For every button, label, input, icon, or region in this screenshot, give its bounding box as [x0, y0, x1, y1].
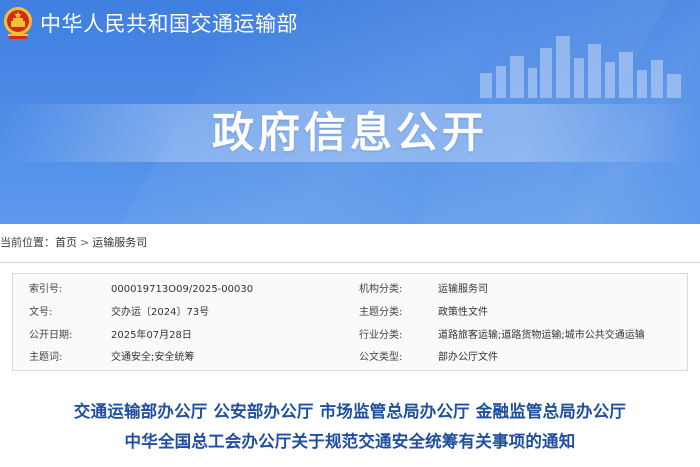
metadata-value: 部办公厅文件	[438, 352, 498, 363]
breadcrumb-prefix: 当前位置：	[0, 236, 55, 249]
breadcrumb: 当前位置：首页 > 运输服务司	[0, 234, 147, 252]
metadata-value: 交通安全;安全统筹	[111, 352, 195, 363]
national-emblem-icon[interactable]	[2, 4, 34, 42]
metadata-row: 主题词: 交通安全;安全统筹 公文类型: 部办公厅文件	[13, 346, 687, 369]
banner-title: 政府信息公开	[211, 108, 488, 157]
metadata-label: 主题词:	[29, 352, 63, 363]
breadcrumb-current-link[interactable]: 运输服务司	[92, 236, 147, 249]
metadata-value: 交办运〔2024〕73号	[111, 307, 210, 318]
breadcrumb-separator: >	[80, 236, 90, 249]
breadcrumb-divider	[0, 262, 700, 263]
breadcrumb-home-link[interactable]: 首页	[55, 236, 77, 249]
article-title-line-2: 中华全国总工会办公厅关于规范交通安全统筹有关事项的通知	[124, 432, 576, 451]
metadata-value: 000019713O09/2025-00030	[111, 284, 254, 295]
site-title[interactable]: 中华人民共和国交通运输部	[40, 8, 298, 40]
header-banner: 中华人民共和国交通运输部 政府信息公开	[0, 0, 700, 224]
city-skyline-illustration	[480, 36, 681, 98]
metadata-label: 索引号:	[29, 284, 63, 295]
metadata-row: 公开日期: 2025年07月28日 行业分类: 道路旅客运输;道路货物运输;城市…	[13, 324, 687, 347]
metadata-label: 公文类型:	[359, 352, 403, 363]
article-title: 交通运输部办公厅 公安部办公厅 市场监管总局办公厅 金融监管总局办公厅 中华全国…	[0, 397, 700, 457]
metadata-value: 道路旅客运输;道路货物运输;城市公共交通运输	[438, 330, 645, 341]
metadata-value: 政策性文件	[438, 307, 488, 318]
article-title-line-1: 交通运输部办公厅 公安部办公厅 市场监管总局办公厅 金融监管总局办公厅	[73, 402, 627, 421]
metadata-value: 2025年07月28日	[111, 330, 192, 341]
metadata-label: 公开日期:	[29, 330, 73, 341]
metadata-value: 运输服务司	[438, 284, 488, 295]
metadata-label: 主题分类:	[359, 307, 403, 318]
metadata-label: 文号:	[29, 307, 53, 318]
metadata-row: 文号: 交办运〔2024〕73号 主题分类: 政策性文件	[13, 301, 687, 324]
metadata-label: 机构分类:	[359, 284, 403, 295]
metadata-row: 索引号: 000019713O09/2025-00030 机构分类: 运输服务司	[13, 278, 687, 301]
document-metadata-table: 索引号: 000019713O09/2025-00030 机构分类: 运输服务司…	[12, 273, 688, 371]
metadata-label: 行业分类:	[359, 330, 403, 341]
